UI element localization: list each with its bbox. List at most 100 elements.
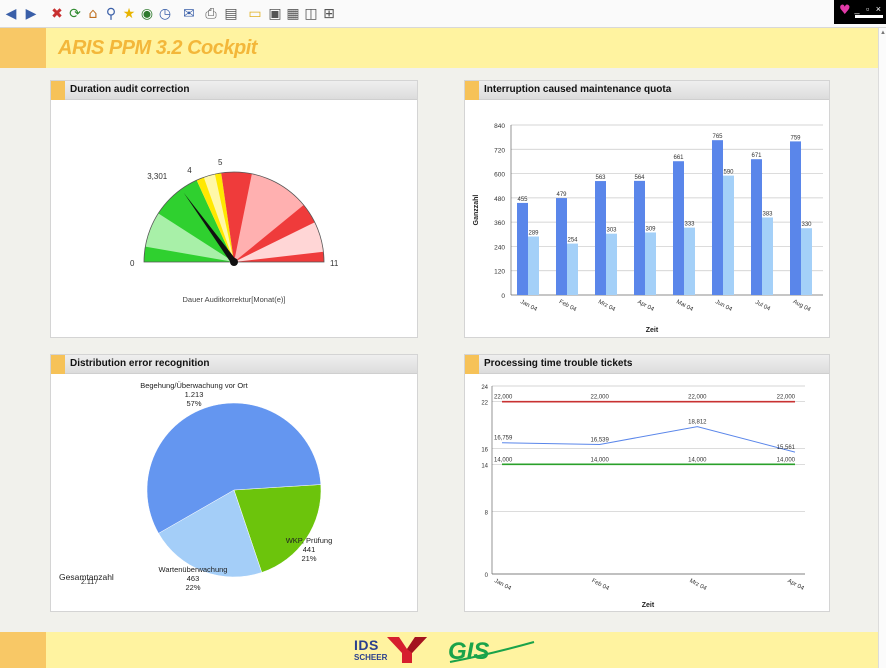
bar-value-label: 309 <box>645 226 656 232</box>
line-ytick-label: 8 <box>485 510 489 516</box>
line-value-label: 22,000 <box>777 395 796 401</box>
line-ytick-label: 24 <box>481 385 488 391</box>
bar-category-label: Apr 04 <box>636 299 655 313</box>
panel-title: Distribution error recognition <box>70 358 210 369</box>
line-category-label: Apr 04 <box>786 578 805 592</box>
discuss-icon[interactable]: ▭ <box>246 5 264 23</box>
bar <box>762 217 773 295</box>
line-value-label: 14,000 <box>777 457 796 463</box>
bar-value-label: 455 <box>517 197 528 203</box>
pie-total-value: 2.117 <box>81 579 98 586</box>
panel-title: Duration audit correction <box>70 84 190 95</box>
bar-x-axis-title: Zeit <box>646 327 659 334</box>
messenger-logo-icon: ♥ <box>839 3 851 18</box>
panel-interruption-quota: Interruption caused maintenance quota 0 1… <box>464 80 830 338</box>
line-value-label: 16,539 <box>590 437 609 443</box>
bar-value-label: 303 <box>606 228 617 234</box>
line-series <box>501 426 796 453</box>
bar <box>634 180 645 295</box>
pie-slice-label: 463 <box>187 574 200 583</box>
forward-icon[interactable]: ▶ <box>22 5 40 23</box>
bar-category-label: Aug 04 <box>792 299 812 314</box>
bar-value-label: 479 <box>556 192 567 198</box>
history-icon[interactable]: ◷ <box>156 5 174 23</box>
ids-logo-subtext: SCHEER <box>354 653 388 662</box>
line-chart: 0 8 14 16 22 24 22,000 22,000 22,000 22,000 16,759… <box>481 385 805 609</box>
media-icon[interactable]: ◉ <box>138 5 156 23</box>
line-category-label: Feb 04 <box>590 578 610 592</box>
vertical-scrollbar[interactable]: ▲ <box>878 28 886 668</box>
bar <box>712 140 723 295</box>
bar-category-label: Feb 04 <box>558 299 578 313</box>
bar-value-label: 563 <box>595 175 606 181</box>
bar <box>790 141 801 295</box>
print-icon[interactable]: ⎙ <box>202 5 220 23</box>
stop-icon[interactable]: ✖ <box>48 5 66 23</box>
browser-window: ◀ ▶ ✖ ⟳ ⌂ ⚲ ★ ◉ ◷ ✉ ⎙ ▤ ▭ ▣ ▦ ◫ ⊞ ♥ _ ▫ … <box>0 0 886 668</box>
home-icon[interactable]: ⌂ <box>84 5 102 23</box>
footer-accent <box>0 632 46 668</box>
line-category-label: Mrz 04 <box>688 578 708 592</box>
gauge-tick-label: 0 <box>130 259 135 268</box>
edit-icon[interactable]: ▤ <box>222 5 240 23</box>
bar-ytick-label: 360 <box>494 220 505 227</box>
messenger-icon[interactable]: ▦ <box>284 5 302 23</box>
line-value-label: 14,000 <box>688 457 707 463</box>
bar-value-label: 383 <box>762 211 773 217</box>
bar <box>723 175 734 295</box>
favorites-icon[interactable]: ★ <box>120 5 138 23</box>
research-icon[interactable]: ◫ <box>302 5 320 23</box>
search-icon[interactable]: ⚲ <box>102 5 120 23</box>
bar <box>517 202 528 295</box>
window-buttons-icon[interactable]: _ ▫ × <box>855 4 883 14</box>
pie-slice-label: 21% <box>301 554 316 563</box>
window-controls[interactable]: ♥ _ ▫ × <box>834 0 886 24</box>
folder-icon[interactable]: ▣ <box>266 5 284 23</box>
panel-title: Processing time trouble tickets <box>484 358 633 369</box>
line-ytick-label: 16 <box>481 448 488 454</box>
bar-value-label: 330 <box>801 222 812 228</box>
panel-processing-time: Processing time trouble tickets 0 8 14 16 22… <box>464 354 830 612</box>
bar-value-label: 661 <box>673 155 684 161</box>
bar-category-label: Jul 04 <box>754 300 772 313</box>
line-value-label: 22,000 <box>590 395 609 401</box>
bar-y-axis-title: Ganzzahl <box>473 195 480 226</box>
gauge-chart: 0 11 4 5 3,301 Dauer Auditkorrektur[Monat(e)] <box>130 158 339 304</box>
line-value-label: 16,759 <box>494 436 513 442</box>
bar-value-label: 564 <box>634 175 645 181</box>
gauge-tick-label: 4 <box>187 166 192 175</box>
panel-accent <box>465 81 479 100</box>
mail-icon[interactable]: ✉ <box>180 5 198 23</box>
gauge-axis-label: Dauer Auditkorrektur[Monat(e)] <box>183 295 286 304</box>
bar <box>751 159 762 295</box>
back-icon[interactable]: ◀ <box>2 5 20 23</box>
panel-duration-audit: Duration audit correction 0 11 4 5 3,301 Daue… <box>50 80 418 338</box>
panel-header: Processing time trouble tickets <box>465 355 829 374</box>
window-icon[interactable]: ⊞ <box>320 5 338 23</box>
footer: IDS SCHEER GIS <box>0 632 878 668</box>
browser-toolbar: ◀ ▶ ✖ ⟳ ⌂ ⚲ ★ ◉ ◷ ✉ ⎙ ▤ ▭ ▣ ▦ ◫ ⊞ ♥ _ ▫ … <box>0 0 886 28</box>
bar-ytick-label: 480 <box>494 196 505 203</box>
panel-header: Duration audit correction <box>51 81 417 100</box>
ids-logo-mark-icon <box>387 637 427 663</box>
panel-title: Interruption caused maintenance quota <box>484 84 672 95</box>
app-header: ARIS PPM 3.2 Cockpit <box>0 28 878 68</box>
refresh-icon[interactable]: ⟳ <box>66 5 84 23</box>
panel-distribution-error: Distribution error recognition Begehung/… <box>50 354 418 612</box>
bar <box>595 181 606 295</box>
bar-ytick-label: 720 <box>494 147 505 154</box>
bar <box>606 233 617 295</box>
bar-value-label: 765 <box>712 134 723 140</box>
panel-accent <box>51 81 65 100</box>
pie-slice-label: Begehung/Überwachung vor Ort <box>140 381 248 390</box>
bar-category-label: Mrz 04 <box>597 299 617 313</box>
window-bar-icon <box>855 15 883 18</box>
gis-logo-text: GIS <box>448 638 489 664</box>
bar <box>645 232 656 295</box>
bar-value-label: 590 <box>723 170 734 176</box>
scroll-up-icon[interactable]: ▲ <box>879 30 886 36</box>
bar <box>801 228 812 295</box>
bar-ytick-label: 600 <box>494 172 505 179</box>
ids-scheer-logo: IDS SCHEER <box>354 637 434 665</box>
bar <box>567 243 578 295</box>
